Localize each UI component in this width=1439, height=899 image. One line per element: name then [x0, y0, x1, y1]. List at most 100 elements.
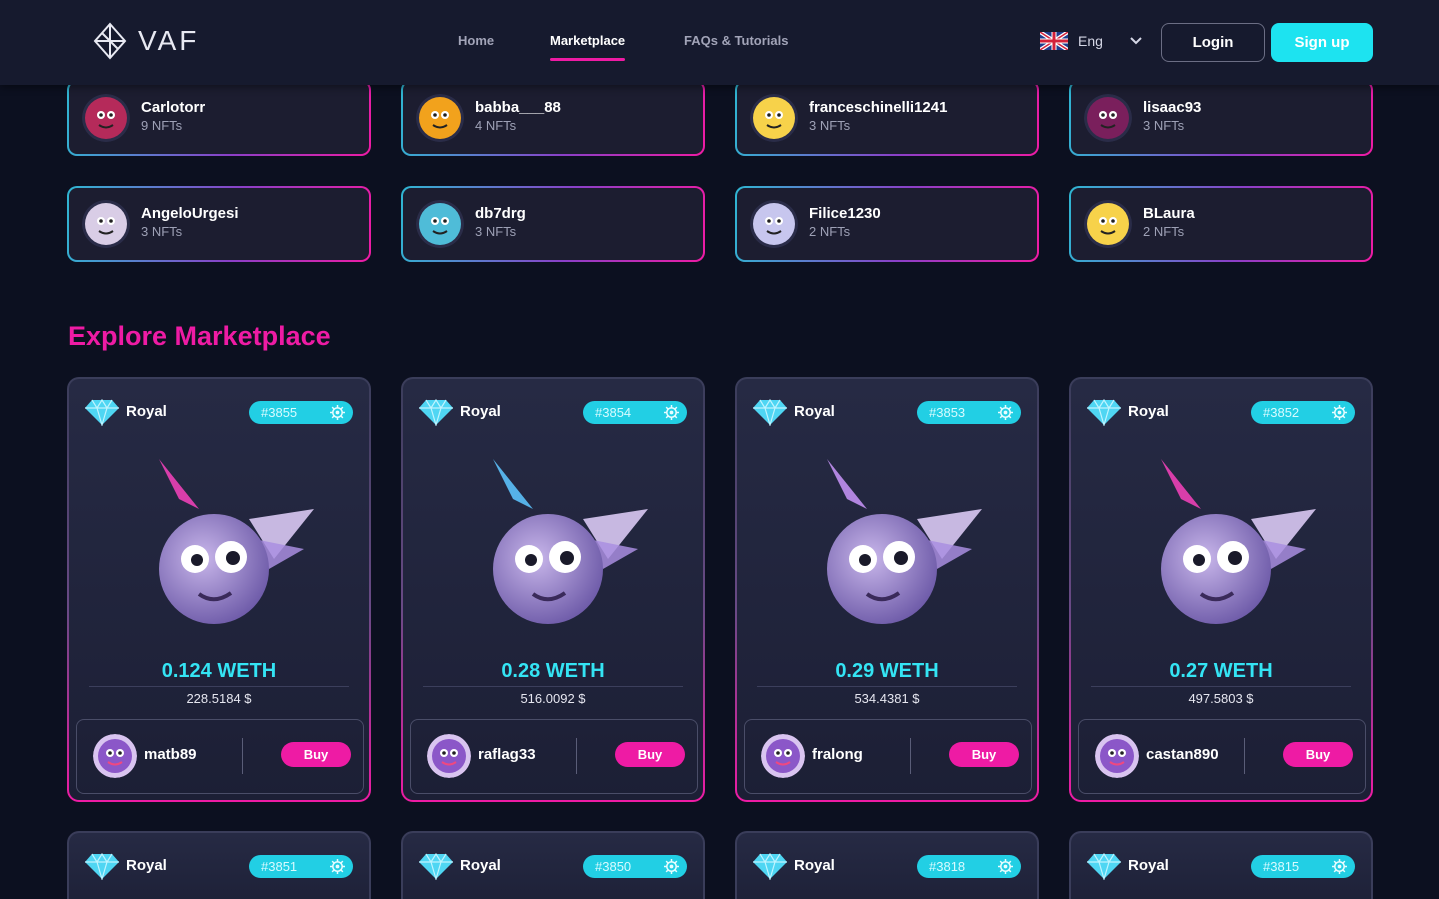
seller-card-body: franceschinelli1241 3 NFTs — [737, 82, 1037, 154]
nft-id-badge: #3855 — [249, 401, 353, 424]
section-title: Explore Marketplace — [68, 321, 331, 351]
seller-nft-count: 3 NFTs — [1143, 118, 1185, 133]
owner-separator — [242, 738, 243, 774]
nft-card[interactable]: Royal #3854 0.28 WETH 516.0092 $ raflag3… — [401, 377, 705, 802]
owner-avatar — [761, 734, 805, 778]
nft-usd-price: 497.5803 $ — [1188, 691, 1254, 706]
owner-name[interactable]: matb89 — [144, 746, 197, 763]
owner-panel: raflag33 Buy — [410, 719, 698, 794]
avatar — [1084, 94, 1132, 142]
gear-icon — [1332, 859, 1347, 874]
seller-card[interactable]: db7drg 3 NFTs — [401, 186, 705, 262]
seller-name: db7drg — [475, 205, 526, 222]
nft-card[interactable]: Royal #3855 0.124 WETH 228.5184 $ matb89… — [67, 377, 371, 802]
diamond-icon — [1087, 852, 1121, 880]
nft-id: #3851 — [261, 859, 298, 874]
nft-artwork — [159, 459, 314, 624]
owner-panel: matb89 Buy — [76, 719, 364, 794]
nft-card[interactable]: Royal #3850 — [401, 831, 705, 899]
seller-nft-count: 2 NFTs — [809, 224, 851, 239]
seller-nft-count: 3 NFTs — [475, 224, 517, 239]
nft-tier-label: Royal — [794, 403, 835, 420]
avatar-image — [82, 200, 130, 248]
nft-id-badge: #3853 — [917, 401, 1021, 424]
price-divider — [1091, 686, 1351, 687]
nft-card[interactable]: Royal #3818 — [735, 831, 1039, 899]
nft-tier-label: Royal — [460, 403, 501, 420]
seller-name: Filice1230 — [809, 205, 881, 222]
avatar — [750, 200, 798, 248]
nft-usd-price: 228.5184 $ — [186, 691, 252, 706]
nft-card[interactable]: Royal #3815 — [1069, 831, 1373, 899]
seller-name: AngeloUrgesi — [141, 205, 239, 222]
buy-button[interactable]: Buy — [949, 742, 1019, 767]
price-divider — [423, 686, 683, 687]
owner-name[interactable]: castan890 — [1146, 746, 1219, 763]
nft-usd-price: 534.4381 $ — [854, 691, 920, 706]
nft-id: #3818 — [929, 859, 966, 874]
owner-name[interactable]: fralong — [812, 746, 863, 763]
gear-icon — [998, 405, 1013, 420]
avatar — [82, 200, 130, 248]
seller-card-body: Carlotorr 9 NFTs — [69, 82, 369, 154]
seller-name: Carlotorr — [141, 99, 206, 116]
nft-card-body: Royal #3855 0.124 WETH 228.5184 $ matb89… — [69, 379, 369, 800]
owner-name[interactable]: raflag33 — [478, 746, 536, 763]
diamond-icon — [1087, 398, 1121, 426]
nft-id-badge: #3815 — [1251, 855, 1355, 878]
gear-icon — [664, 859, 679, 874]
nft-id: #3855 — [261, 405, 298, 420]
seller-card[interactable]: Filice1230 2 NFTs — [735, 186, 1039, 262]
login-button[interactable]: Login — [1161, 23, 1265, 62]
signup-button[interactable]: Sign up — [1271, 23, 1373, 62]
language-label: Eng — [1078, 33, 1103, 49]
owner-separator — [910, 738, 911, 774]
seller-card[interactable]: Carlotorr 9 NFTs — [67, 80, 371, 156]
gear-icon — [998, 859, 1013, 874]
nft-price: 0.124 WETH — [161, 660, 277, 682]
seller-card-body: babba___88 4 NFTs — [403, 82, 703, 154]
nft-tier-label: Royal — [1128, 857, 1169, 874]
nft-card-body: Royal #3852 0.27 WETH 497.5803 $ castan8… — [1071, 379, 1371, 800]
nft-id: #3853 — [929, 405, 966, 420]
seller-card-body: db7drg 3 NFTs — [403, 188, 703, 260]
nft-price: 0.29 WETH — [835, 660, 939, 682]
price-divider — [89, 686, 349, 687]
nav-faqs-tutorials[interactable]: FAQs & Tutorials — [684, 33, 789, 48]
nft-id-badge: #3852 — [1251, 401, 1355, 424]
owner-panel: fralong Buy — [744, 719, 1032, 794]
owner-separator — [576, 738, 577, 774]
diamond-icon — [85, 852, 119, 880]
nft-card[interactable]: Royal #3852 0.27 WETH 497.5803 $ castan8… — [1069, 377, 1373, 802]
nft-id-badge: #3850 — [583, 855, 687, 878]
seller-card[interactable]: lisaac93 3 NFTs — [1069, 80, 1373, 156]
chevron-down-icon — [1130, 37, 1142, 45]
nft-card[interactable]: Royal #3853 0.29 WETH 534.4381 $ fralong… — [735, 377, 1039, 802]
nav-home[interactable]: Home — [458, 33, 494, 48]
language-selector[interactable]: Eng — [1040, 32, 1143, 50]
buy-button[interactable]: Buy — [281, 742, 351, 767]
owner-panel: castan890 Buy — [1078, 719, 1366, 794]
nft-id: #3815 — [1263, 859, 1300, 874]
nft-card-body: Royal #3851 — [69, 833, 369, 899]
nft-card[interactable]: Royal #3851 — [67, 831, 371, 899]
nft-tier-label: Royal — [460, 857, 501, 874]
seller-card[interactable]: babba___88 4 NFTs — [401, 80, 705, 156]
avatar — [82, 94, 130, 142]
nav-marketplace[interactable]: Marketplace — [550, 33, 626, 61]
nft-card-body: Royal #3854 0.28 WETH 516.0092 $ raflag3… — [403, 379, 703, 800]
nft-id-badge: #3818 — [917, 855, 1021, 878]
avatar-image — [93, 734, 137, 778]
buy-button[interactable]: Buy — [1283, 742, 1353, 767]
vaf-logo[interactable]: VAF — [92, 22, 199, 60]
nft-id-badge: #3854 — [583, 401, 687, 424]
buy-button[interactable]: Buy — [615, 742, 685, 767]
nft-tier-label: Royal — [126, 857, 167, 874]
avatar-image — [1084, 94, 1132, 142]
avatar-image — [1095, 734, 1139, 778]
vaf-logo-icon — [93, 22, 127, 60]
seller-card[interactable]: franceschinelli1241 3 NFTs — [735, 80, 1039, 156]
seller-card[interactable]: BLaura 2 NFTs — [1069, 186, 1373, 262]
avatar-image — [761, 734, 805, 778]
seller-card[interactable]: AngeloUrgesi 3 NFTs — [67, 186, 371, 262]
